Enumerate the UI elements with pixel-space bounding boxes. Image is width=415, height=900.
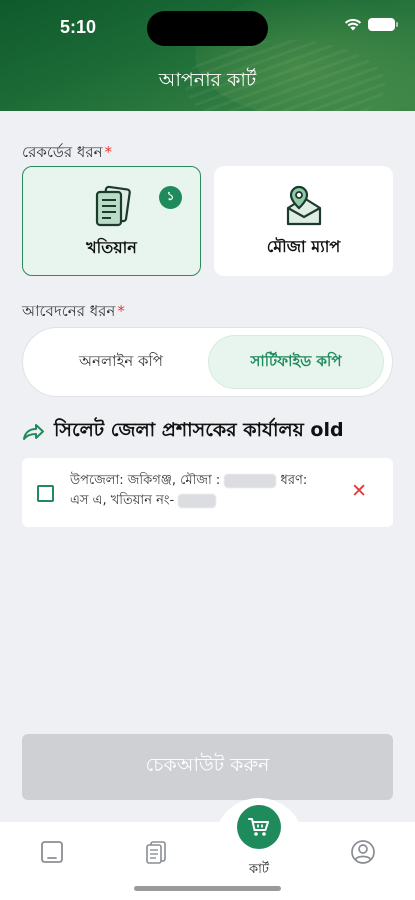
map-pin-icon <box>286 185 321 226</box>
application-type-segment: অনলাইন কপি সার্টিফাইড কপি <box>22 327 393 397</box>
record-type-label: রেকর্ডের ধরন * <box>22 143 113 161</box>
documents-icon <box>146 841 166 864</box>
tab-home[interactable] <box>37 837 67 867</box>
home-icon <box>41 841 63 863</box>
battery-icon <box>368 18 398 31</box>
record-type-khatian[interactable]: ১ খতিয়ান <box>22 166 201 276</box>
segment-certified-copy[interactable]: সার্টিফাইড কপি <box>208 335 384 389</box>
tab-bar: কার্ট <box>0 798 415 900</box>
application-type-label: আবেদনের ধরন * <box>22 302 125 320</box>
item-details: উপজেলা: জকিগঞ্জ, মৌজা : ধরণ: এস এ, খতিয়… <box>70 473 308 508</box>
redacted-mouza <box>224 473 277 488</box>
tab-profile[interactable] <box>348 837 378 867</box>
wifi-icon <box>344 18 362 31</box>
segment-online-copy[interactable]: অনলাইন কপি <box>31 335 211 389</box>
cart-item: উপজেলা: জকিগঞ্জ, মৌজা : ধরণ: এস এ, খতিয়… <box>22 458 393 527</box>
office-heading: সিলেট জেলা প্রশাসকের কার্যালয় old <box>22 416 344 448</box>
count-badge: ১ <box>159 186 182 209</box>
app-header: 5:10 আপনার কার্ট <box>0 0 415 111</box>
status-icons <box>344 18 398 31</box>
redacted-khatian-number <box>178 493 217 508</box>
status-time: 5:10 <box>60 17 97 37</box>
tab-cart[interactable] <box>237 805 281 849</box>
cart-icon <box>248 818 269 836</box>
home-indicator <box>134 886 281 891</box>
tab-cart-label: কার্ট <box>249 862 269 877</box>
required-mark: * <box>117 302 125 320</box>
profile-icon <box>351 840 375 864</box>
record-type-mouza-map[interactable]: মৌজা ম্যাপ <box>214 166 393 276</box>
office-title: সিলেট জেলা প্রশাসকের কার্যালয় old <box>54 419 344 441</box>
page-title: আপনার কার্ট <box>158 69 257 91</box>
record-type-mouza-map-label: মৌজা ম্যাপ <box>266 237 341 256</box>
checkout-button[interactable]: চেকআউট করুন <box>22 734 393 800</box>
required-mark: * <box>104 143 113 161</box>
share-arrow-icon <box>23 424 44 440</box>
document-icon <box>95 185 131 227</box>
item-checkbox[interactable] <box>37 485 54 502</box>
record-type-khatian-label: খতিয়ান <box>86 238 137 257</box>
close-icon[interactable]: ✕ <box>351 482 367 501</box>
dynamic-island <box>147 11 268 46</box>
tab-documents[interactable] <box>141 837 171 867</box>
